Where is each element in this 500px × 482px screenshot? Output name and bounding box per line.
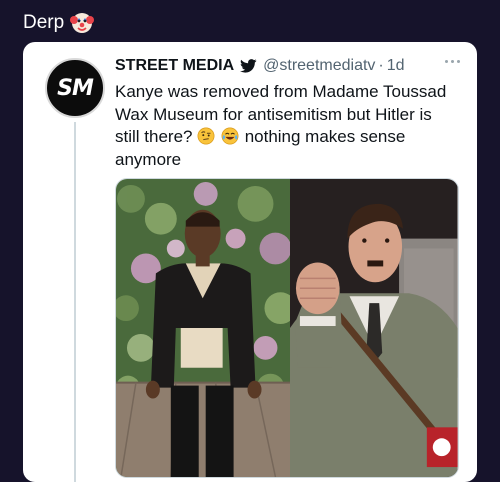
tweet-text: Kanye was removed from Madame Toussad Wa… xyxy=(115,81,460,171)
avatar[interactable]: SM xyxy=(45,58,105,118)
thread-line xyxy=(74,122,76,482)
display-name[interactable]: STREET MEDIA xyxy=(115,56,234,76)
tweet-media[interactable] xyxy=(115,178,459,478)
hitler-wax-figure-image[interactable] xyxy=(290,179,458,477)
face-with-raised-eyebrow-icon xyxy=(197,127,215,145)
more-options-icon[interactable] xyxy=(445,60,463,66)
kanye-wax-figure-image[interactable] xyxy=(116,179,291,477)
timestamp[interactable]: 1d xyxy=(387,56,405,76)
clown-face-icon xyxy=(70,13,95,33)
embedded-tweet-card[interactable]: SM STREET MEDIA @streetmediatv · 1d Kany… xyxy=(23,42,477,482)
avatar-logo-text: SM xyxy=(57,75,94,101)
post-title-text: Derp xyxy=(23,12,65,33)
tweet-header: STREET MEDIA @streetmediatv · 1d xyxy=(115,56,405,76)
post-title: Derp xyxy=(23,11,95,35)
twitter-bird-icon xyxy=(240,59,257,73)
handle[interactable]: @streetmediatv xyxy=(263,56,375,76)
separator-dot: · xyxy=(378,57,384,74)
face-with-tears-of-joy-icon xyxy=(221,127,239,145)
